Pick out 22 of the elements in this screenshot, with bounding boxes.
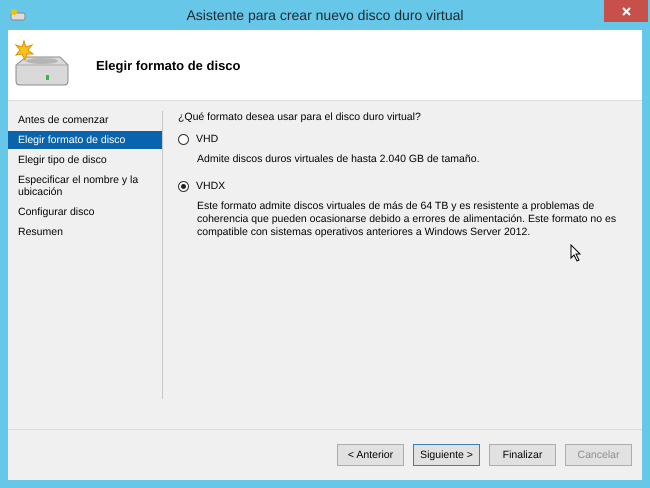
- option-label[interactable]: VHDX: [196, 180, 226, 192]
- step-item[interactable]: Elegir formato de disco: [8, 131, 162, 149]
- step-item[interactable]: Elegir tipo de disco: [8, 151, 162, 169]
- window-title: Asistente para crear nuevo disco duro virtual: [185, 7, 465, 23]
- step-item[interactable]: Antes de comenzar: [8, 111, 162, 129]
- wizard-button[interactable]: Finalizar: [489, 444, 556, 466]
- page-heading: Elegir formato de disco: [96, 58, 240, 72]
- option-description: Admite discos duros virtuales de hasta 2.040 GB de tamaño.: [197, 153, 480, 166]
- question-text: ¿Qué formato desea usar para el disco duro virtual?: [178, 111, 422, 123]
- disk-icon: [10, 9, 26, 21]
- wizard-button[interactable]: < Anterior: [337, 444, 404, 466]
- radio-button[interactable]: [178, 180, 189, 192]
- close-icon: [622, 6, 630, 16]
- step-item[interactable]: Resumen: [8, 223, 162, 241]
- close-button[interactable]: [604, 0, 648, 22]
- cursor-icon: [570, 244, 582, 262]
- step-item[interactable]: Especificar el nombre y la ubicación: [8, 171, 162, 201]
- radio-button[interactable]: [178, 134, 189, 144]
- option-label[interactable]: VHD: [196, 133, 218, 145]
- step-item[interactable]: Configurar disco: [8, 203, 162, 221]
- option-description: Este formato admite discos virtuales de más de 64 TB y es resistente a problemas de coherencia que pueden ocasionarse debido a errores de alimentación. Este formato no es compatible con sistemas operativos anteriores a Windows Server 2012.: [197, 200, 618, 239]
- wizard-button[interactable]: Siguiente >: [413, 444, 480, 466]
